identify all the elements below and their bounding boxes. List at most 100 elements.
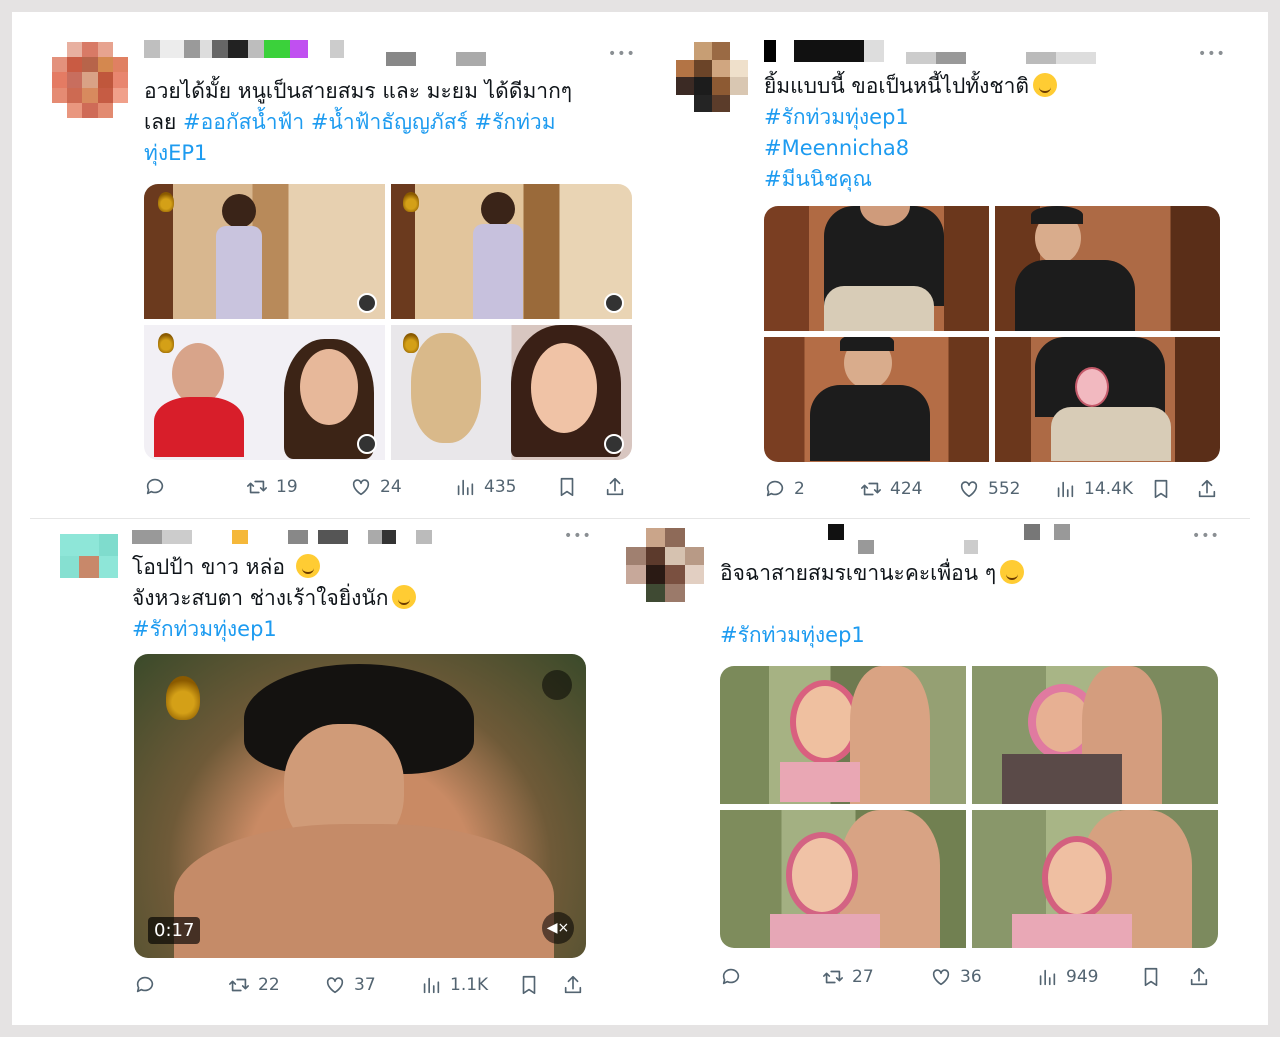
media-photo[interactable] bbox=[972, 666, 1218, 804]
media-photo[interactable] bbox=[995, 206, 1220, 331]
retweet-icon bbox=[861, 482, 881, 496]
tweet-text-line: #มีนนิชคุณ bbox=[764, 164, 1057, 195]
avatar[interactable] bbox=[52, 42, 128, 118]
hashtag-link[interactable]: #รักท่วมทุ่งep1 bbox=[132, 617, 277, 641]
hashtag-link[interactable]: ทุ่งEP1 bbox=[144, 141, 207, 165]
username-redacted[interactable] bbox=[828, 524, 1088, 540]
media-photo[interactable] bbox=[144, 325, 385, 460]
views-button[interactable]: 14.4K bbox=[1054, 478, 1133, 500]
retweet-button[interactable]: 424 bbox=[860, 478, 922, 500]
tweet-card-1[interactable]: ••• อวยได้มั้ย หนูเป็นสายสมร และ มะยม ได… bbox=[30, 28, 640, 512]
tweet-text-line: #รักท่วมทุ่งep1 bbox=[720, 620, 1024, 651]
emoji-icon bbox=[1033, 73, 1058, 97]
handle-redacted bbox=[906, 52, 1096, 64]
share-icon bbox=[564, 975, 582, 994]
like-button[interactable]: 36 bbox=[930, 966, 982, 988]
gif-icon[interactable] bbox=[542, 670, 572, 700]
media-photo[interactable] bbox=[391, 184, 632, 319]
media-photo[interactable] bbox=[764, 337, 989, 462]
views-button[interactable]: 1.1K bbox=[420, 974, 488, 996]
retweet-icon bbox=[247, 480, 267, 494]
views-count: 435 bbox=[484, 477, 517, 497]
bookmark-button[interactable] bbox=[556, 476, 578, 498]
share-button[interactable] bbox=[562, 974, 584, 996]
media-grid[interactable] bbox=[144, 184, 632, 460]
like-button[interactable]: 37 bbox=[324, 974, 376, 996]
hashtag-link[interactable]: #ออกัสน้ำฟ้า #น้ำฟ้าธัญญภัสร์ #รักท่วม bbox=[183, 110, 556, 134]
tweet-text-segment: ยิ้มแบบนี้ ขอเป็นหนี้ไปทั้งชาติ bbox=[764, 74, 1030, 98]
handle-redacted bbox=[386, 52, 486, 66]
retweet-button[interactable]: 22 bbox=[228, 974, 280, 996]
tweet-text-segment: อิจฉาสายสมรเขานะคะเพื่อน ๆ bbox=[720, 561, 997, 585]
views-icon bbox=[423, 977, 440, 994]
media-grid[interactable] bbox=[764, 206, 1220, 462]
retweet-button[interactable]: 27 bbox=[822, 966, 874, 988]
like-button[interactable]: 552 bbox=[958, 478, 1020, 500]
avatar[interactable] bbox=[626, 528, 704, 602]
username-redacted[interactable] bbox=[132, 530, 482, 544]
bookmark-icon bbox=[1144, 967, 1158, 987]
hashtag-link[interactable]: #รักท่วมทุ่งep1 bbox=[720, 623, 865, 647]
more-icon[interactable]: ••• bbox=[1192, 528, 1220, 544]
views-count: 949 bbox=[1066, 967, 1099, 987]
username-redacted[interactable] bbox=[764, 40, 884, 62]
views-button[interactable]: 435 bbox=[454, 476, 516, 498]
tweet-text: ยิ้มแบบนี้ ขอเป็นหนี้ไปทั้งชาติ #รักท่วมท… bbox=[764, 71, 1058, 195]
more-icon[interactable]: ••• bbox=[564, 528, 592, 544]
media-photo[interactable] bbox=[764, 206, 989, 331]
mute-icon[interactable]: ◀× bbox=[542, 912, 574, 944]
bookmark-button[interactable] bbox=[1150, 478, 1172, 500]
tweet-text-line: ทุ่งEP1 bbox=[144, 138, 572, 169]
video-timestamp: 0:17 bbox=[148, 917, 201, 944]
views-icon bbox=[457, 479, 474, 496]
tweet-text-segment: จังหวะสบตา ช่างเร้าใจยิ่งนัก bbox=[132, 586, 389, 610]
media-photo[interactable] bbox=[720, 666, 966, 804]
share-icon bbox=[606, 477, 624, 496]
media-photo[interactable] bbox=[144, 184, 385, 319]
bookmark-icon bbox=[560, 477, 574, 497]
retweet-button[interactable]: 19 bbox=[246, 476, 298, 498]
like-icon bbox=[352, 479, 370, 496]
tweet-card-4[interactable]: ••• อิจฉาสายสมรเขานะคะเพื่อน ๆ #รักท่วมท… bbox=[622, 522, 1250, 1012]
hashtag-link[interactable]: #รักท่วมทุ่งep1 bbox=[764, 105, 909, 129]
bookmark-button[interactable] bbox=[518, 974, 540, 996]
reply-button[interactable] bbox=[134, 974, 164, 996]
media-photo[interactable] bbox=[995, 337, 1220, 462]
media-photo[interactable] bbox=[720, 810, 966, 948]
tweet-text: อวยได้มั้ย หนูเป็นสายสมร และ มะยม ได้ดีม… bbox=[144, 76, 572, 169]
views-count: 1.1K bbox=[450, 975, 489, 995]
video-player[interactable]: 0:17 ◀× bbox=[134, 654, 586, 958]
avatar[interactable] bbox=[60, 534, 118, 578]
username-redacted[interactable] bbox=[144, 40, 344, 58]
tweet-text-line: เลย #ออกัสน้ำฟ้า #น้ำฟ้าธัญญภัสร์ #รักท่… bbox=[144, 107, 572, 138]
media-photo[interactable] bbox=[391, 325, 632, 460]
like-button[interactable]: 24 bbox=[350, 476, 402, 498]
more-icon[interactable]: ••• bbox=[1198, 46, 1226, 62]
hashtag-link[interactable]: #Meennicha8 bbox=[764, 136, 909, 160]
share-button[interactable] bbox=[1188, 966, 1210, 988]
tweet-text-line: อิจฉาสายสมรเขานะคะเพื่อน ๆ bbox=[720, 558, 1025, 589]
avatar[interactable] bbox=[676, 42, 748, 112]
reply-button[interactable]: 2 bbox=[764, 478, 805, 500]
share-button[interactable] bbox=[604, 476, 626, 498]
tweet-actions: 27 36 949 bbox=[720, 962, 1220, 992]
tweet-text-line: #รักท่วมทุ่งep1 bbox=[132, 614, 416, 645]
like-count: 37 bbox=[354, 975, 376, 995]
bookmark-button[interactable] bbox=[1140, 966, 1162, 988]
media-grid[interactable] bbox=[720, 666, 1218, 948]
more-icon[interactable]: ••• bbox=[608, 46, 636, 62]
emoji-icon bbox=[295, 554, 320, 578]
tweet-card-2[interactable]: ••• ยิ้มแบบนี้ ขอเป็นหนี้ไปทั้งชาติ #รักท… bbox=[660, 28, 1250, 512]
share-button[interactable] bbox=[1196, 478, 1218, 500]
reply-button[interactable] bbox=[144, 476, 174, 498]
tweet-text-line: โอปป้า ขาว หล่อ bbox=[132, 552, 416, 583]
tweet-text-line: จังหวะสบตา ช่างเร้าใจยิ่งนัก bbox=[132, 583, 417, 614]
views-button[interactable]: 949 bbox=[1036, 966, 1098, 988]
tweet-card-3[interactable]: ••• โอปป้า ขาว หล่อ จังหวะสบตา ช่างเร้าใ… bbox=[30, 522, 620, 1012]
hashtag-link[interactable]: #มีนนิชคุณ bbox=[764, 167, 872, 191]
reply-button[interactable] bbox=[720, 966, 750, 988]
tweet-actions: 19 24 435 bbox=[144, 472, 624, 502]
media-photo[interactable] bbox=[972, 810, 1218, 948]
tweet-text-line: ยิ้มแบบนี้ ขอเป็นหนี้ไปทั้งชาติ bbox=[764, 71, 1058, 102]
tweet-text-segment: อวยได้มั้ย หนูเป็นสายสมร และ มะยม ได้ดีม… bbox=[144, 79, 573, 103]
